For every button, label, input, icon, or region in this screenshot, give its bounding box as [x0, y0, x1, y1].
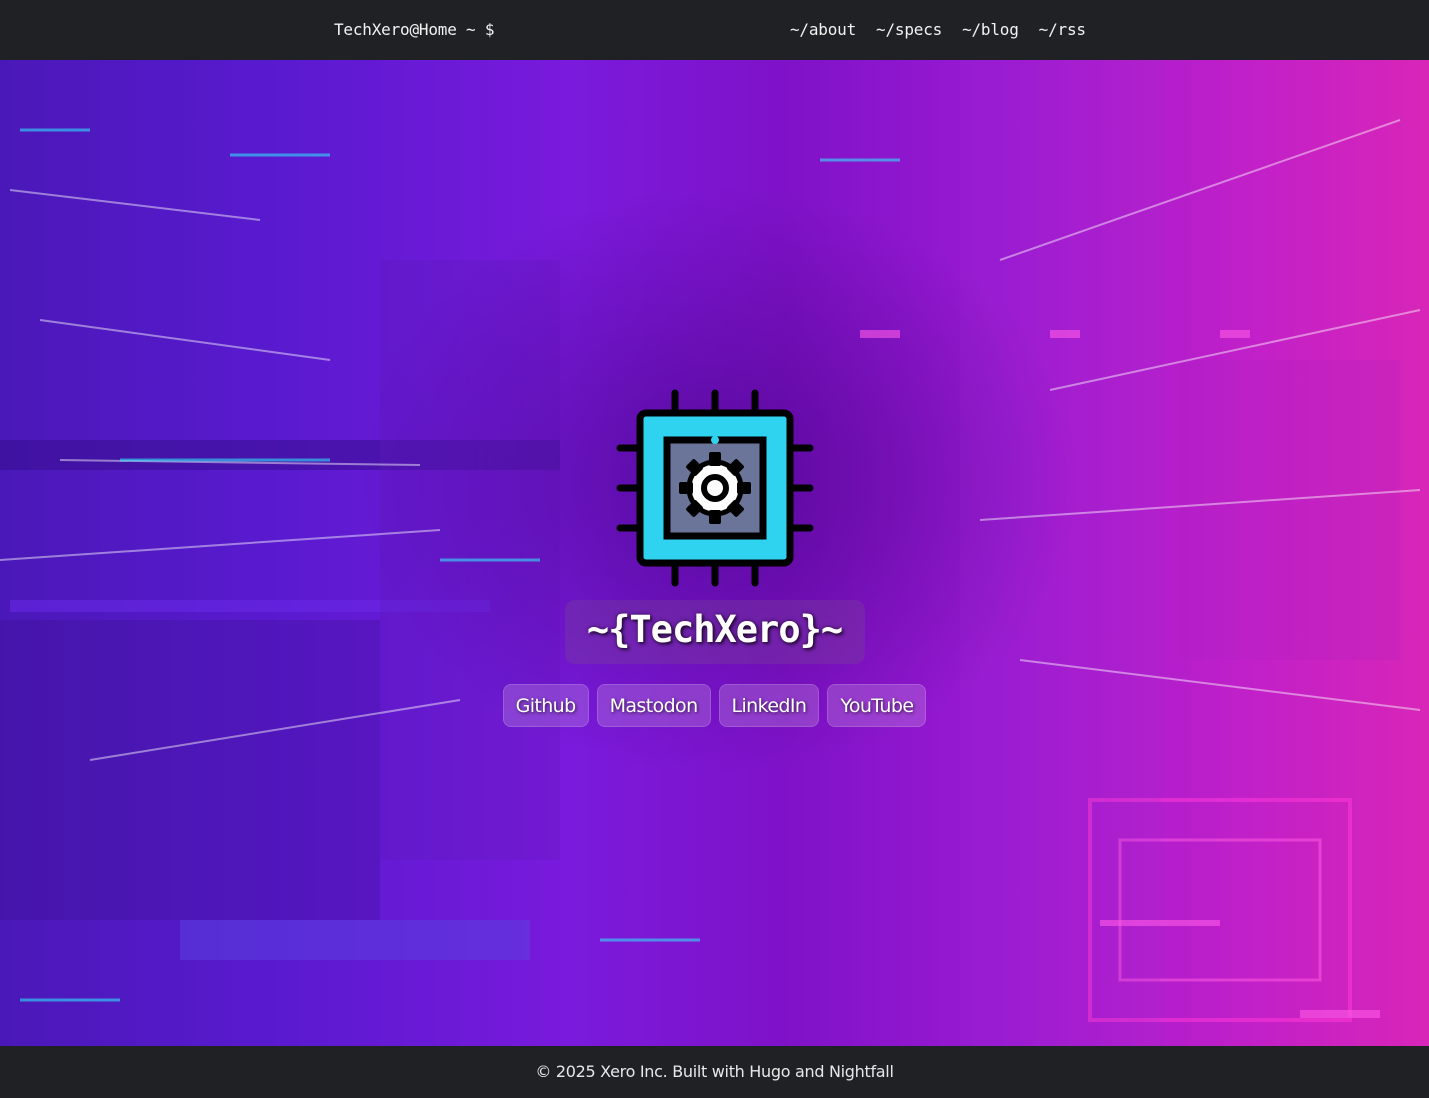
- linkedin-link-button[interactable]: LinkedIn: [718, 684, 820, 727]
- site-home-link[interactable]: TechXero@Home ~ $: [334, 20, 495, 39]
- site-title: ~{TechXero}~: [586, 608, 843, 651]
- mastodon-link-button[interactable]: Mastodon: [596, 684, 711, 727]
- nav-link-rss[interactable]: ~/rss: [1039, 20, 1086, 39]
- nav-link-blog[interactable]: ~/blog: [962, 20, 1019, 39]
- hero-section: ~{TechXero}~ Github Mastodon LinkedIn Yo…: [0, 60, 1429, 1046]
- main-nav: ~/about ~/specs ~/blog ~/rss: [790, 20, 1086, 39]
- youtube-link-button[interactable]: YouTube: [827, 684, 927, 727]
- social-links: Github Mastodon LinkedIn YouTube: [0, 684, 1429, 727]
- nav-link-about[interactable]: ~/about: [790, 20, 856, 39]
- cpu-gear-icon: [616, 389, 814, 587]
- footer-copyright: © 2025 Xero Inc. Built with Hugo and Nig…: [535, 1062, 894, 1081]
- nav-link-specs[interactable]: ~/specs: [876, 20, 942, 39]
- page-footer: © 2025 Xero Inc. Built with Hugo and Nig…: [0, 1046, 1429, 1098]
- top-nav-bar: TechXero@Home ~ $ ~/about ~/specs ~/blog…: [0, 0, 1429, 60]
- github-link-button[interactable]: Github: [502, 684, 589, 727]
